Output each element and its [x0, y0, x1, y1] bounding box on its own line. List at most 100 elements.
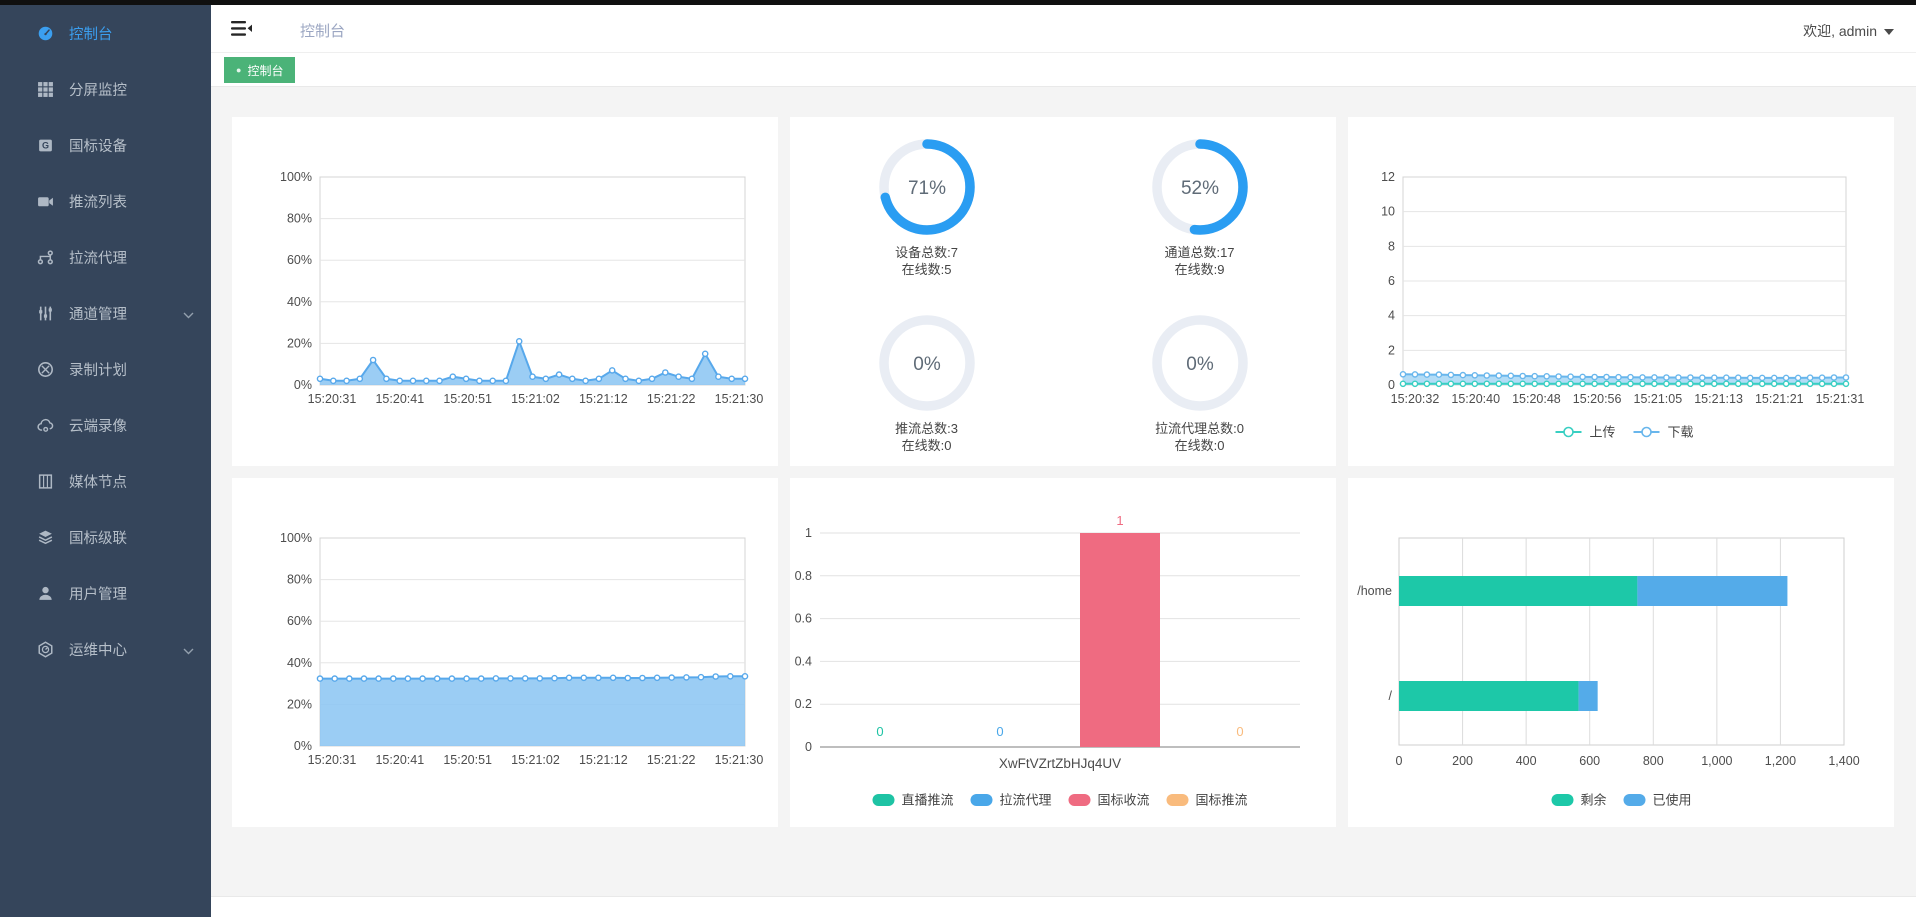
svg-text:0%: 0% [294, 378, 312, 392]
chevron-down-icon [1884, 29, 1894, 35]
svg-text:2: 2 [1388, 343, 1395, 357]
dashboard-icon [37, 25, 54, 42]
network-area-chart: 02468101215:20:3215:20:4015:20:4815:20:5… [1348, 117, 1894, 466]
card-disk-usage-chart: 02004006008001,0001,2001,400/home/剩余已使用 [1348, 478, 1894, 827]
split-screen-icon [37, 81, 54, 98]
gauge-label-line: 拉流代理总数:0 [1063, 421, 1336, 438]
svg-text:15:21:30: 15:21:30 [715, 753, 764, 767]
cpu-usage-area-chart: 0%20%40%60%80%100%15:20:3115:20:4115:20:… [232, 117, 778, 466]
svg-text:0.6: 0.6 [795, 612, 812, 626]
svg-text:15:21:22: 15:21:22 [647, 753, 696, 767]
gauge-grid: 71%设备总数:7在线数:552%通道总数:17在线数:90%推流总数:3在线数… [790, 117, 1336, 466]
svg-text:20%: 20% [287, 697, 312, 711]
sidebar-item-label: 国标级联 [69, 527, 127, 548]
gauge-label-line: 在线数:5 [790, 262, 1063, 279]
card-stream-bar-chart: 00.20.40.60.810010XwFtVZrtZbHJq4UV直播推流拉流… [790, 478, 1336, 827]
svg-text:100%: 100% [280, 531, 312, 545]
svg-text:15:21:30: 15:21:30 [715, 392, 764, 406]
tab-console[interactable]: ●控制台 [224, 57, 295, 83]
svg-text:10: 10 [1381, 205, 1395, 219]
tab-active-dot-icon: ● [236, 65, 241, 75]
svg-text:15:20:31: 15:20:31 [308, 392, 357, 406]
svg-text:0: 0 [1388, 378, 1395, 392]
pull-proxy-icon [37, 249, 54, 266]
svg-text:0.2: 0.2 [795, 697, 812, 711]
sidebar-item-label: 通道管理 [69, 303, 127, 324]
svg-text:下载: 下载 [1668, 425, 1694, 440]
svg-text:G: G [42, 140, 49, 150]
sidebar-item-11[interactable]: 运维中心 [0, 621, 211, 677]
svg-text:1: 1 [805, 526, 812, 540]
main-content: 0%20%40%60%80%100%15:20:3115:20:4115:20:… [211, 87, 1916, 896]
svg-text:15:21:22: 15:21:22 [647, 392, 696, 406]
sidebar-item-0[interactable]: 控制台 [0, 5, 211, 61]
stream-count-bar-chart: 00.20.40.60.810010XwFtVZrtZbHJq4UV直播推流拉流… [790, 478, 1336, 827]
svg-text:/: / [1389, 689, 1393, 703]
card-network-chart: 02468101215:20:3215:20:4015:20:4815:20:5… [1348, 117, 1894, 466]
svg-text:6: 6 [1388, 274, 1395, 288]
svg-text:15:20:31: 15:20:31 [308, 753, 357, 767]
sidebar-item-5[interactable]: 通道管理 [0, 285, 211, 341]
svg-text:15:21:21: 15:21:21 [1755, 392, 1804, 406]
svg-text:15:21:12: 15:21:12 [579, 392, 628, 406]
gauge-donut: 0% [877, 313, 977, 413]
collapse-menu-icon[interactable] [231, 20, 252, 37]
dashboard-grid: 0%20%40%60%80%100%15:20:3115:20:4115:20:… [232, 117, 1894, 827]
sidebar-item-2[interactable]: G 国标设备 [0, 117, 211, 173]
sidebar-item-6[interactable]: 录制计划 [0, 341, 211, 397]
sidebar-item-4[interactable]: 拉流代理 [0, 229, 211, 285]
svg-text:0.8: 0.8 [795, 569, 812, 583]
svg-text:已使用: 已使用 [1653, 793, 1692, 808]
sidebar: 控制台分屏监控 G 国标设备推流列表拉流代理通道管理录制计划云端录像媒体节点国标级联… [0, 5, 211, 917]
svg-text:15:21:02: 15:21:02 [511, 392, 560, 406]
sidebar-item-1[interactable]: 分屏监控 [0, 61, 211, 117]
breadcrumb: 控制台 [300, 20, 345, 41]
svg-text:15:20:41: 15:20:41 [375, 392, 424, 406]
media-node-icon [37, 473, 54, 490]
svg-text:上传: 上传 [1590, 425, 1616, 440]
gauge-donut: 71% [877, 137, 977, 237]
svg-text:剩余: 剩余 [1581, 793, 1607, 808]
sidebar-item-label: 云端录像 [69, 415, 127, 436]
gauge-1: 52%通道总数:17在线数:9 [1063, 137, 1336, 313]
svg-text:200: 200 [1452, 754, 1473, 768]
svg-text:15:20:51: 15:20:51 [443, 392, 492, 406]
sidebar-item-label: 拉流代理 [69, 247, 127, 268]
svg-text:80%: 80% [287, 573, 312, 587]
card-online-gauges: 71%设备总数:7在线数:552%通道总数:17在线数:90%推流总数:3在线数… [790, 117, 1336, 466]
svg-text:40%: 40% [287, 656, 312, 670]
footer-strip [211, 896, 1916, 917]
svg-text:0.4: 0.4 [795, 654, 812, 668]
gb-device-icon: G [37, 137, 54, 154]
disk-usage-bar-chart: 02004006008001,0001,2001,400/home/剩余已使用 [1348, 478, 1894, 827]
svg-text:15:20:56: 15:20:56 [1573, 392, 1622, 406]
sidebar-item-label: 推流列表 [69, 191, 127, 212]
svg-text:800: 800 [1643, 754, 1664, 768]
sidebar-item-label: 国标设备 [69, 135, 127, 156]
svg-text:1,000: 1,000 [1701, 754, 1732, 768]
svg-text:1: 1 [1116, 513, 1123, 528]
svg-text:15:21:05: 15:21:05 [1634, 392, 1683, 406]
sidebar-item-10[interactable]: 用户管理 [0, 565, 211, 621]
gauge-2: 0%推流总数:3在线数:0 [790, 313, 1063, 489]
gauge-label-line: 在线数:0 [1063, 438, 1336, 455]
memory-usage-area-chart: 0%20%40%60%80%100%15:20:3115:20:4115:20:… [232, 478, 778, 827]
sidebar-item-7[interactable]: 云端录像 [0, 397, 211, 453]
gauge-donut: 52% [1150, 137, 1250, 237]
sidebar-item-9[interactable]: 国标级联 [0, 509, 211, 565]
svg-text:0%: 0% [294, 739, 312, 753]
svg-text:71%: 71% [907, 178, 945, 199]
chevron-down-icon [183, 307, 194, 323]
user-manage-icon [37, 585, 54, 602]
sidebar-item-3[interactable]: 推流列表 [0, 173, 211, 229]
tab-bar: ●控制台 [211, 53, 1916, 87]
svg-text:60%: 60% [287, 253, 312, 267]
svg-text:60%: 60% [287, 614, 312, 628]
card-cpu-chart: 0%20%40%60%80%100%15:20:3115:20:4115:20:… [232, 117, 778, 466]
svg-text:1,200: 1,200 [1765, 754, 1796, 768]
sidebar-menu: 控制台分屏监控 G 国标设备推流列表拉流代理通道管理录制计划云端录像媒体节点国标级联… [0, 5, 211, 677]
user-menu[interactable]: 欢迎, admin [1803, 21, 1894, 41]
sidebar-item-8[interactable]: 媒体节点 [0, 453, 211, 509]
svg-text:20%: 20% [287, 336, 312, 350]
svg-text:4: 4 [1388, 309, 1395, 323]
